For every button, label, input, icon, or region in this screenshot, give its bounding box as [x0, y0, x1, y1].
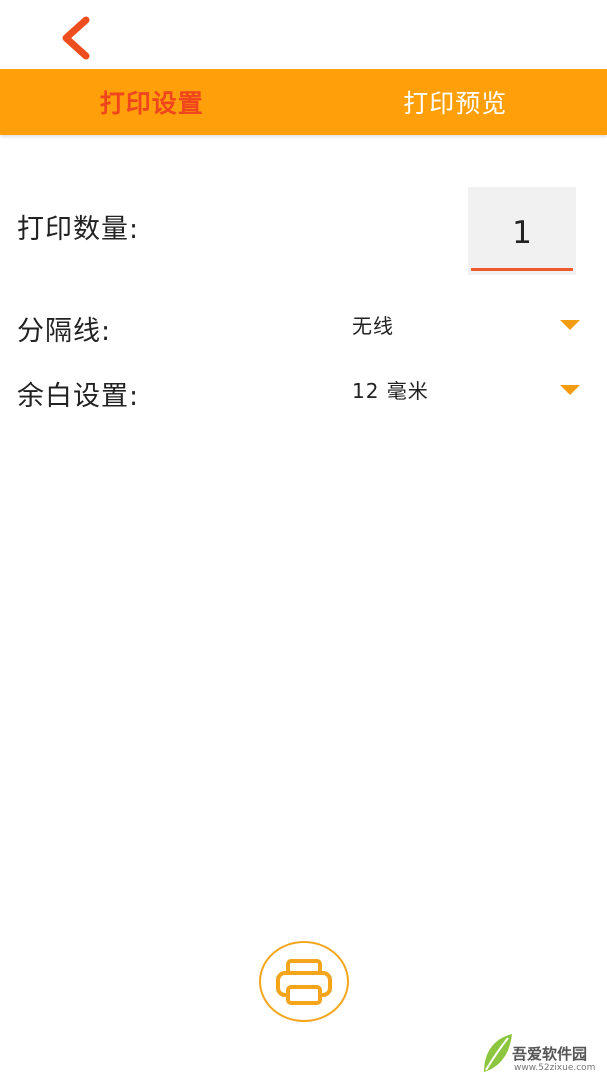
- leaf-logo-icon: [484, 1034, 512, 1072]
- print-settings-screen: 打印设置 打印预览 打印数量: 1 分隔线: 无线 余白设置: 12 毫米 吾爱…: [0, 0, 607, 1080]
- printer-icon: [276, 959, 332, 1005]
- tab-print-preview[interactable]: 打印预览: [304, 69, 607, 135]
- margin-select[interactable]: 12 毫米: [340, 367, 590, 411]
- print-quantity-label: 打印数量:: [17, 214, 140, 245]
- caret-down-icon: [560, 320, 580, 330]
- divider-select-value: 无线: [352, 314, 394, 338]
- top-bar: [0, 0, 607, 69]
- tab-print-settings[interactable]: 打印设置: [0, 69, 304, 135]
- input-underline: [471, 268, 573, 271]
- divider-label: 分隔线:: [17, 316, 112, 347]
- print-quantity-input[interactable]: 1: [468, 187, 576, 275]
- divider-select[interactable]: 无线: [340, 302, 590, 346]
- back-button[interactable]: [52, 12, 100, 64]
- margin-label: 余白设置:: [17, 381, 140, 412]
- print-button[interactable]: [259, 941, 349, 1022]
- caret-down-icon: [560, 385, 580, 395]
- margin-select-value: 12 毫米: [352, 379, 429, 403]
- tab-bar: 打印设置 打印预览: [0, 69, 607, 135]
- print-quantity-value: 1: [512, 215, 532, 251]
- watermark-name: 吾爱软件园: [512, 1045, 588, 1063]
- watermark: 吾爱软件园 www.52zixue.com: [476, 1010, 607, 1080]
- chevron-left-icon: [62, 16, 90, 60]
- watermark-url: www.52zixue.com: [514, 1063, 596, 1073]
